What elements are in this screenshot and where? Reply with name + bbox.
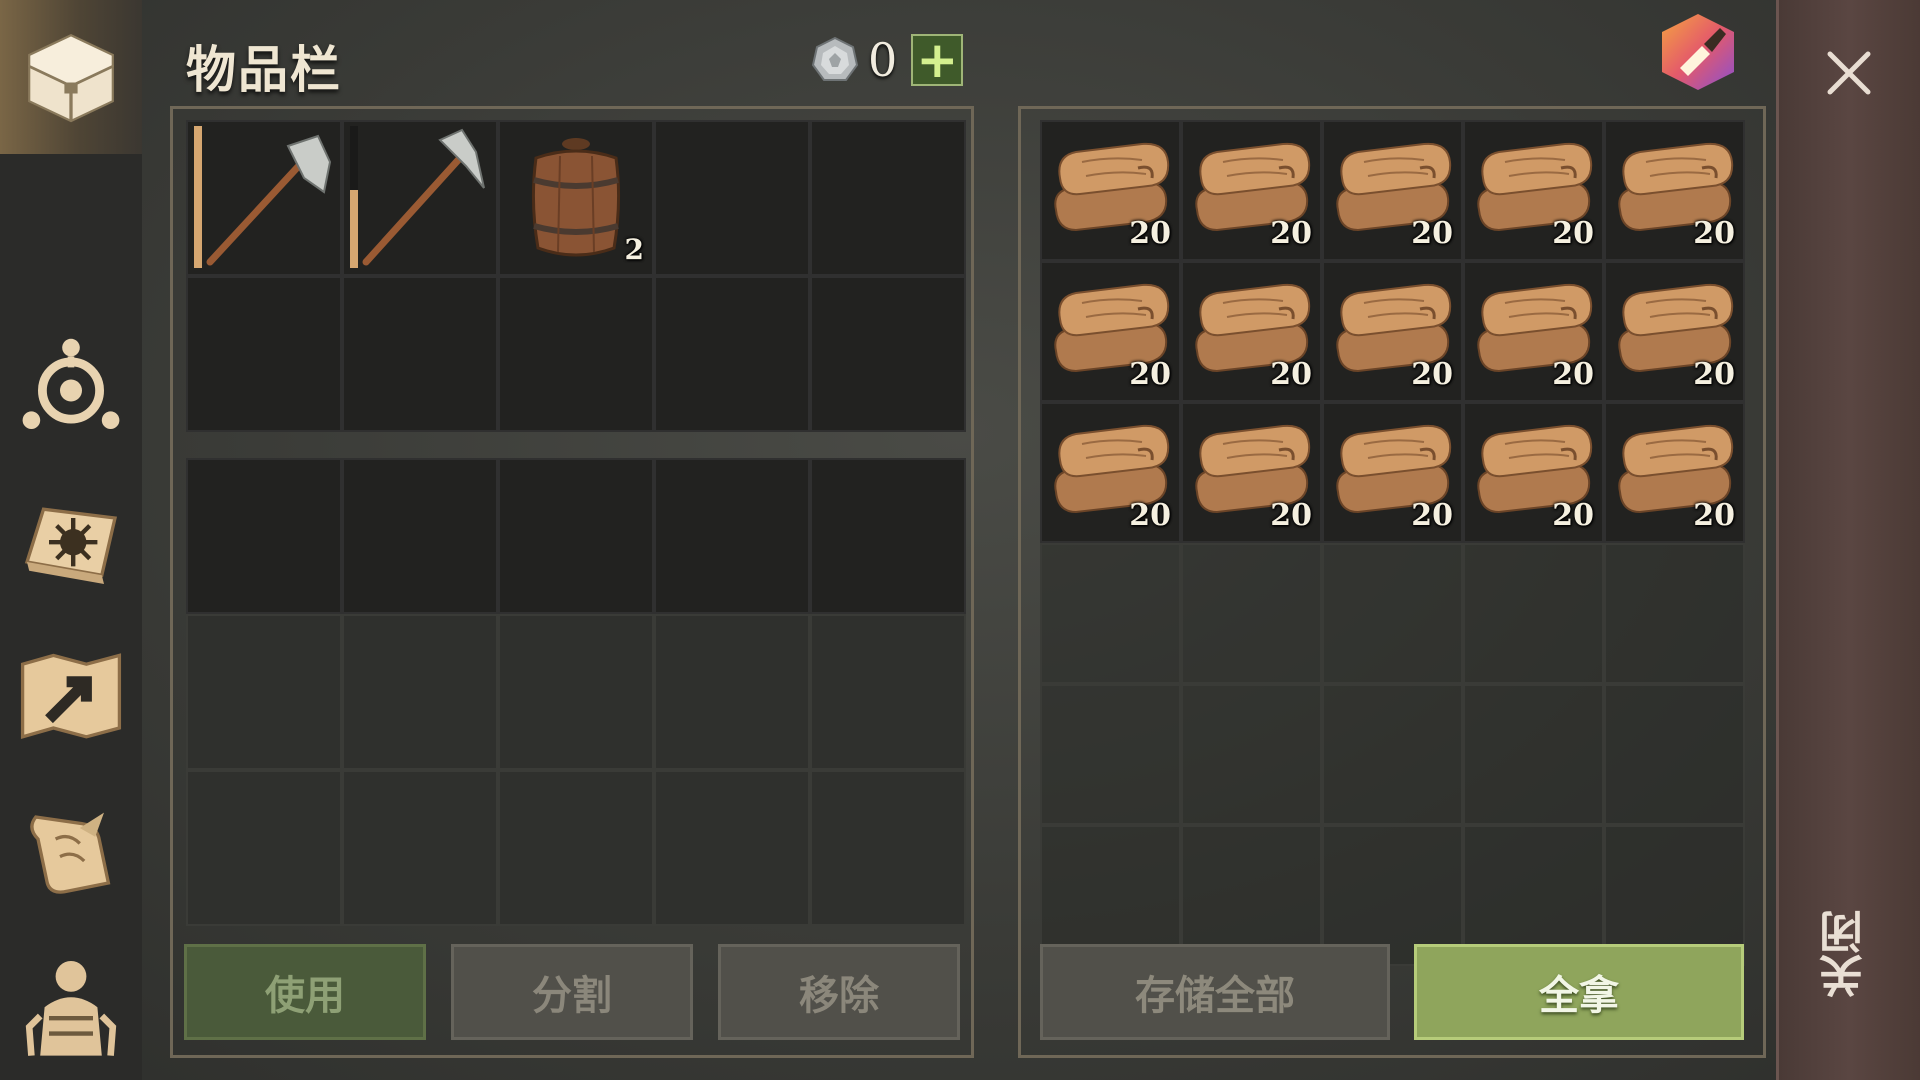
sidebar-item-character[interactable] [0, 930, 142, 1080]
store-all-button[interactable]: 存储全部 [1040, 944, 1390, 1040]
chest-icon [28, 33, 114, 123]
inventory-slot[interactable] [810, 120, 966, 276]
character-icon [25, 961, 117, 1056]
storage-slot[interactable]: 20 [1604, 120, 1745, 261]
storage-slot[interactable]: 20 [1181, 261, 1322, 402]
locked-slot [654, 770, 810, 926]
storage-slot[interactable] [1463, 684, 1604, 825]
close-button-label[interactable]: 关闭 [1820, 910, 1880, 998]
item-quantity: 2 [624, 233, 644, 266]
inventory-slot[interactable] [810, 458, 966, 614]
skills-icon [22, 338, 120, 429]
quest-scroll-icon [30, 812, 111, 894]
storage-slot[interactable]: 20 [1463, 120, 1604, 261]
storage-slot[interactable]: 20 [1181, 402, 1322, 543]
inventory-slot[interactable] [498, 276, 654, 432]
storage-slot[interactable]: 20 [1604, 402, 1745, 543]
sidebar-item-inventory[interactable] [0, 2, 142, 152]
storage-slot[interactable]: 20 [1181, 120, 1322, 261]
item-quantity: 20 [1552, 357, 1594, 392]
stone-pickaxe-icon [362, 128, 485, 266]
locked-slot [654, 614, 810, 770]
storage-slot[interactable]: 20 [1040, 261, 1181, 402]
item-quantity: 20 [1270, 498, 1312, 533]
storage-slot[interactable]: 20 [1040, 402, 1181, 543]
take-all-button[interactable]: 全拿 [1414, 944, 1744, 1040]
inventory-slot[interactable] [186, 120, 342, 276]
storage-slot[interactable] [1040, 684, 1181, 825]
storage-slot[interactable] [1463, 543, 1604, 684]
sidebar-item-crafting[interactable] [0, 465, 142, 615]
storage-slot[interactable] [1040, 543, 1181, 684]
hotbar-grid: 2 [186, 120, 966, 432]
locked-slot [810, 614, 966, 770]
locked-slot [186, 770, 342, 926]
item-quantity: 20 [1693, 498, 1735, 533]
storage-slot[interactable]: 20 [1463, 261, 1604, 402]
storage-slot[interactable]: 20 [1322, 120, 1463, 261]
item-quantity: 20 [1270, 357, 1312, 392]
item-quantity: 20 [1411, 357, 1453, 392]
locked-slot [498, 614, 654, 770]
inventory-slot[interactable] [654, 458, 810, 614]
storage-slot[interactable]: 20 [1040, 120, 1181, 261]
inventory-slot[interactable] [342, 458, 498, 614]
currency-display: 0 + [810, 30, 964, 90]
add-currency-button[interactable]: + [911, 34, 964, 86]
use-button[interactable]: 使用 [184, 944, 426, 1040]
inventory-slot[interactable] [186, 458, 342, 614]
storage-grid: 20 20 20 20 20 20 20 20 20 20 20 20 20 20 20 [1040, 120, 1745, 966]
close-icon[interactable] [1824, 48, 1874, 98]
storage-slot[interactable] [1181, 684, 1322, 825]
inventory-slot[interactable] [654, 276, 810, 432]
sidebar-item-skills[interactable] [0, 310, 142, 460]
inventory-slot[interactable]: 2 [498, 120, 654, 276]
silver-coin-icon [811, 36, 859, 81]
inventory-slot[interactable] [810, 276, 966, 432]
storage-slot[interactable]: 20 [1604, 261, 1745, 402]
sidebar-item-quests[interactable] [0, 775, 142, 925]
locked-slot [186, 614, 342, 770]
storage-slot[interactable]: 20 [1322, 261, 1463, 402]
item-quantity: 20 [1270, 216, 1312, 251]
item-quantity: 20 [1411, 216, 1453, 251]
item-quantity: 20 [1129, 216, 1171, 251]
storage-slot[interactable]: 20 [1463, 402, 1604, 543]
storage-slot[interactable] [1604, 543, 1745, 684]
storage-slot[interactable] [1604, 684, 1745, 825]
item-quantity: 20 [1129, 357, 1171, 392]
map-icon [20, 653, 122, 739]
storage-slot[interactable] [1322, 543, 1463, 684]
currency-value: 0 [868, 33, 898, 87]
item-quantity: 20 [1552, 498, 1594, 533]
stone-hatchet-icon [206, 134, 332, 266]
inventory-slot[interactable] [654, 120, 810, 276]
storage-slot[interactable] [1181, 543, 1322, 684]
locked-slot [342, 614, 498, 770]
inventory-slot[interactable] [342, 120, 498, 276]
item-quantity: 20 [1411, 498, 1453, 533]
page-title: 物品栏 [186, 41, 342, 99]
inventory-slot[interactable] [186, 276, 342, 432]
inventory-slot[interactable] [342, 276, 498, 432]
backpack-grid [186, 458, 966, 926]
item-quantity: 20 [1552, 216, 1594, 251]
locked-slot [498, 770, 654, 926]
crafting-book-icon [24, 507, 118, 584]
locked-slot [342, 770, 498, 926]
item-quantity: 20 [1693, 357, 1735, 392]
split-button[interactable]: 分割 [451, 944, 693, 1040]
item-quantity: 20 [1129, 498, 1171, 533]
sidebar-item-map[interactable] [0, 620, 142, 770]
sort-brush-icon[interactable] [1656, 10, 1740, 94]
remove-button[interactable]: 移除 [718, 944, 960, 1040]
sidebar [0, 0, 142, 1080]
locked-slot [810, 770, 966, 926]
inventory-slot[interactable] [498, 458, 654, 614]
storage-slot[interactable]: 20 [1322, 402, 1463, 543]
storage-slot[interactable] [1322, 684, 1463, 825]
item-quantity: 20 [1693, 216, 1735, 251]
